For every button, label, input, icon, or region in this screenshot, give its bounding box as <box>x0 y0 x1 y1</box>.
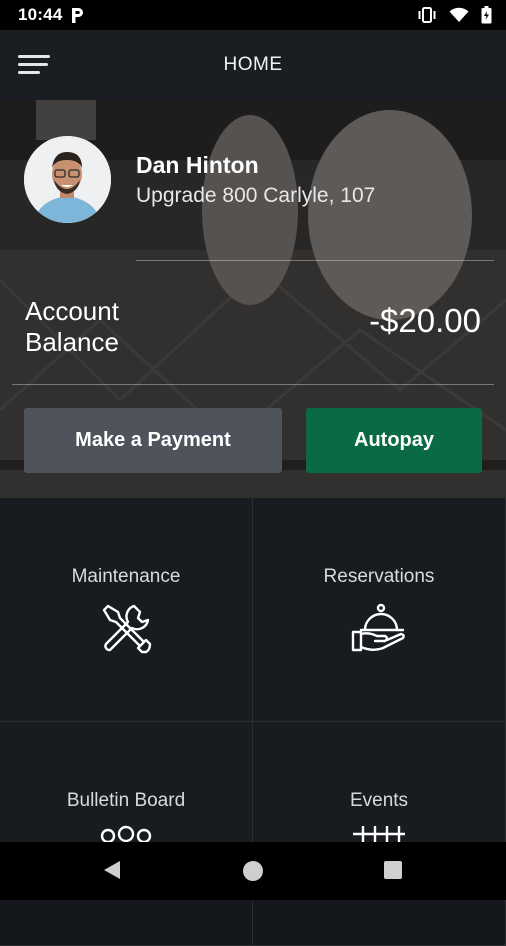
balance-label: Account Balance <box>25 296 119 357</box>
tile-label: Bulletin Board <box>66 790 186 811</box>
page-title: HOME <box>223 54 283 75</box>
account-header: Dan Hinton Upgrade 800 Carlyle, 107 Acco… <box>0 100 506 498</box>
tile-label: Maintenance <box>71 566 181 587</box>
battery-icon <box>481 6 492 24</box>
status-time: 10:44 <box>18 5 63 24</box>
user-photo <box>24 136 111 223</box>
menu-icon-line <box>18 63 48 66</box>
back-icon[interactable] <box>102 859 122 881</box>
wrench-screwdriver-icon <box>102 604 152 654</box>
tile-maintenance[interactable]: Maintenance <box>0 498 253 722</box>
calendar-icon <box>353 826 405 842</box>
balance-amount: -$20.00 <box>369 302 481 339</box>
tile-bulletin-board[interactable]: Bulletin Board <box>0 722 253 946</box>
recents-icon[interactable] <box>383 860 403 880</box>
service-bell-icon <box>351 603 405 652</box>
parking-app-icon <box>72 7 84 23</box>
tile-reservations[interactable]: Reservations <box>253 498 506 722</box>
user-name: Dan Hinton <box>136 152 259 178</box>
feature-grid: Maintenance Reservations Bulletin Board <box>0 498 506 946</box>
menu-icon-line <box>18 71 40 74</box>
home-icon[interactable] <box>241 859 265 883</box>
make-payment-button[interactable]: Make a Payment <box>24 408 282 473</box>
system-nav-bar <box>0 842 506 900</box>
status-bar: 10:44 <box>0 0 506 30</box>
tile-label: Reservations <box>323 566 435 587</box>
app-bar: HOME <box>0 30 506 100</box>
wifi-icon <box>449 7 469 22</box>
menu-button[interactable] <box>18 52 50 78</box>
status-icons <box>417 6 492 24</box>
divider <box>12 384 494 385</box>
divider <box>136 260 494 261</box>
tile-label: Events <box>349 790 409 811</box>
avatar[interactable] <box>24 136 111 223</box>
autopay-button[interactable]: Autopay <box>306 408 482 473</box>
user-unit: Upgrade 800 Carlyle, 107 <box>136 184 376 207</box>
group-icon <box>100 825 152 842</box>
menu-icon-line <box>18 55 50 58</box>
vibrate-icon <box>418 7 436 23</box>
tile-events[interactable]: Events <box>253 722 506 946</box>
